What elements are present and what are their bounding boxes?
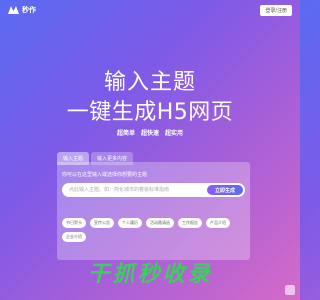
watermark-text: 干抓秒收录 (87, 262, 213, 287)
generate-button[interactable]: 立即生成 (207, 185, 243, 195)
logo-text: 秒作 (22, 6, 36, 14)
topic-chip[interactable]: 节日贺卡 (62, 218, 86, 228)
feature-item: 超简单 (116, 130, 135, 137)
topic-chip[interactable]: 活动邀请函 (146, 218, 174, 228)
topic-chip[interactable]: 个人履历 (118, 218, 142, 228)
logo-icon (8, 6, 19, 14)
login-button[interactable]: 登录/注册 (260, 4, 292, 16)
hero-title-line1: 输入主题 (103, 70, 196, 95)
search-box: 立即生成 (62, 183, 245, 197)
topic-chip[interactable]: 产品介绍 (206, 218, 230, 228)
hero-title-line2: 一键生成H5网页 (66, 100, 234, 125)
logo[interactable]: 秒作 (8, 5, 36, 15)
feature-list: 超简单 超快速 超实用 (0, 128, 300, 137)
feature-item: 超实用 (165, 130, 184, 137)
topic-chip[interactable]: 工作报告 (178, 218, 202, 228)
panel-hint: 你可以在这里输入或选择你想要的主题 (62, 172, 148, 178)
top-bar: 秒作 登录/注册 (0, 0, 300, 20)
feature-item: 超快速 (140, 130, 159, 137)
topic-chip[interactable]: 宣传公告 (90, 218, 114, 228)
topic-input[interactable] (69, 183, 199, 197)
input-panel: 你可以在这里输入或选择你想要的主题 立即生成 节日贺卡 宣传公告 个人履历 活动… (57, 162, 250, 260)
topic-chip[interactable]: 企业介绍 (62, 232, 86, 242)
back-to-top-icon[interactable] (285, 285, 295, 295)
topic-chips: 节日贺卡 宣传公告 个人履历 活动邀请函 工作报告 产品介绍 企业介绍 (62, 218, 245, 242)
